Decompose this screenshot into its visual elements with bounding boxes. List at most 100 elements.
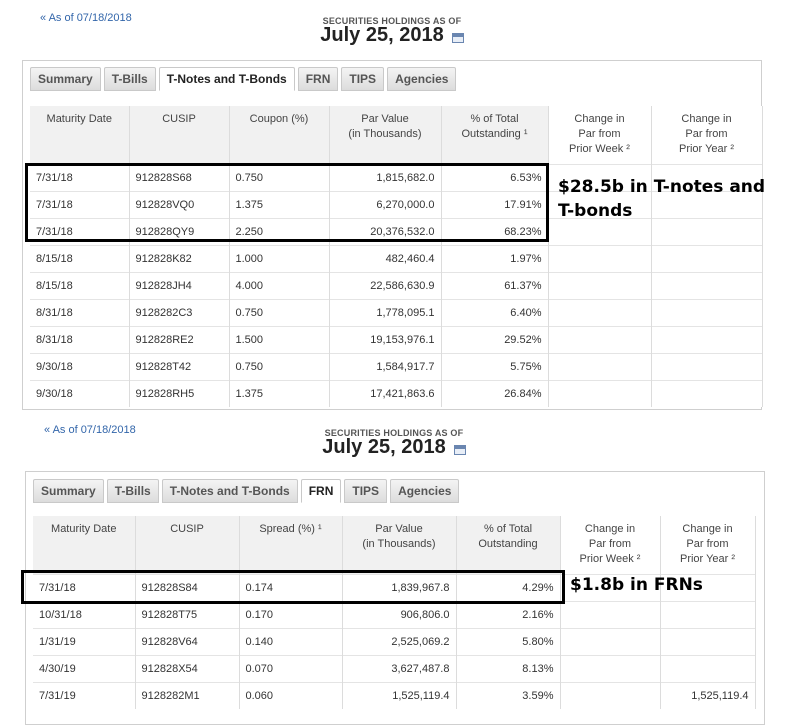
holdings-tabs: Summary T-Bills T-Notes and T-Bonds FRN TIPS… — [30, 67, 457, 91]
table-cell: 1,778,095.1 — [329, 298, 442, 326]
table-cell: 0.070 — [239, 654, 343, 682]
table-cell: 0.750 — [229, 352, 330, 380]
table-cell: 9128282M1 — [135, 681, 240, 709]
table-cell — [660, 600, 756, 628]
table-cell: 9128282C3 — [129, 298, 230, 326]
tab-summary[interactable]: Summary — [33, 479, 104, 503]
column-header: Change in Par from Prior Week ² — [548, 106, 652, 164]
table-cell — [548, 325, 652, 353]
table-cell: 0.060 — [239, 681, 343, 709]
table-cell — [548, 352, 652, 380]
column-header: % of Total Outstanding ¹ — [441, 106, 549, 164]
table-cell: 1,525,119.4 — [342, 681, 457, 709]
holdings-panel-frn: « As of 07/18/2018 SECURITIES HOLDINGS A… — [0, 415, 799, 725]
column-header: Par Value (in Thousands) — [342, 516, 457, 574]
tab-summary[interactable]: Summary — [30, 67, 101, 91]
column-header: Coupon (%) — [229, 106, 330, 164]
table-cell: 10/31/18 — [33, 600, 136, 628]
table-row: 8/31/18 912828RE2 1.500 19,153,976.1 29.52% — [30, 325, 763, 353]
table-cell: 912828RH5 — [129, 379, 230, 407]
table-row: 1/31/19 912828V64 0.140 2,525,069.2 5.80% — [33, 627, 756, 655]
table-cell: 29.52% — [441, 325, 549, 353]
tab-t-notes-and-t-bonds[interactable]: T-Notes and T-Bonds — [161, 479, 298, 503]
tab-frn[interactable]: FRN — [300, 479, 342, 503]
table-row: 4/30/19 912828X54 0.070 3,627,487.8 8.13% — [33, 654, 756, 682]
tab-tips[interactable]: TIPS — [344, 479, 388, 503]
column-header: CUSIP — [129, 106, 230, 164]
tab-agencies[interactable]: Agencies — [387, 67, 457, 91]
holdings-tabs: Summary T-Bills T-Notes and T-Bonds FRN TIPS… — [33, 479, 460, 503]
tab-agencies[interactable]: Agencies — [390, 479, 460, 503]
calendar-icon[interactable] — [454, 445, 466, 455]
prior-date-link[interactable]: « As of 07/18/2018 — [44, 424, 136, 436]
column-header: Spread (%) ¹ — [239, 516, 343, 574]
table-row: 8/15/18 912828JH4 4.000 22,586,630.9 61.37% — [30, 271, 763, 299]
column-header: CUSIP — [135, 516, 240, 574]
table-cell — [651, 352, 763, 380]
table-cell: 5.75% — [441, 352, 549, 380]
table-cell: 1.000 — [229, 244, 330, 272]
table-cell: 1/31/19 — [33, 627, 136, 655]
table-cell: 17,421,863.6 — [329, 379, 442, 407]
table-cell: 26.84% — [441, 379, 549, 407]
table-cell: 19,153,976.1 — [329, 325, 442, 353]
tab-frn[interactable]: FRN — [297, 67, 339, 91]
tab-t-bills[interactable]: T-Bills — [103, 67, 156, 91]
table-row: 10/31/18 912828T75 0.170 906,806.0 2.16% — [33, 600, 756, 628]
column-header: Change in Par from Prior Week ² — [560, 516, 661, 574]
table-cell — [660, 654, 756, 682]
tab-t-notes-and-t-bonds[interactable]: T-Notes and T-Bonds — [158, 67, 295, 91]
table-cell: 906,806.0 — [342, 600, 457, 628]
table-row: 9/30/18 912828RH5 1.375 17,421,863.6 26.84% — [30, 379, 763, 407]
table-cell — [560, 681, 661, 709]
table-cell — [548, 271, 652, 299]
table-cell: 4/30/19 — [33, 654, 136, 682]
table-row: 8/31/18 9128282C3 0.750 1,778,095.1 6.40% — [30, 298, 763, 326]
table-cell — [548, 298, 652, 326]
column-header: % of Total Outstanding — [456, 516, 561, 574]
table-cell: 912828X54 — [135, 654, 240, 682]
table-cell — [651, 298, 763, 326]
table-cell: 22,586,630.9 — [329, 271, 442, 299]
table-cell: 9/30/18 — [30, 379, 130, 407]
column-header: Par Value (in Thousands) — [329, 106, 442, 164]
table-cell: 8/31/18 — [30, 298, 130, 326]
column-header: Maturity Date — [30, 106, 130, 164]
table-cell — [548, 379, 652, 407]
table-cell: 3,627,487.8 — [342, 654, 457, 682]
table-cell — [651, 244, 763, 272]
table-cell: 0.140 — [239, 627, 343, 655]
table-cell: 1,525,119.4 — [660, 681, 756, 709]
table-cell: 912828JH4 — [129, 271, 230, 299]
table-cell: 912828K82 — [129, 244, 230, 272]
table-cell: 8/15/18 — [30, 244, 130, 272]
table-cell — [651, 325, 763, 353]
table-cell: 0.750 — [229, 298, 330, 326]
table-cell: 2.16% — [456, 600, 561, 628]
table-cell: 912828V64 — [135, 627, 240, 655]
table-cell — [651, 379, 763, 407]
table-row: 8/15/18 912828K82 1.000 482,460.4 1.97% — [30, 244, 763, 272]
prior-date-link[interactable]: « As of 07/18/2018 — [40, 12, 132, 24]
table-cell — [560, 627, 661, 655]
holdings-table: Maturity Date CUSIP Spread (%) ¹ Par Value … — [33, 516, 756, 709]
table-cell: 1.97% — [441, 244, 549, 272]
table-cell — [560, 600, 661, 628]
annotation-note: $28.5b in T-notes and T-bonds — [558, 177, 766, 221]
table-row: 7/31/19 9128282M1 0.060 1,525,119.4 3.59% 1,5… — [33, 681, 756, 709]
column-header: Maturity Date — [33, 516, 136, 574]
column-header: Change in Par from Prior Year ² — [660, 516, 756, 574]
table-cell — [560, 654, 661, 682]
table-cell — [548, 244, 652, 272]
table-cell: 2,525,069.2 — [342, 627, 457, 655]
tab-tips[interactable]: TIPS — [341, 67, 385, 91]
table-cell: 4.000 — [229, 271, 330, 299]
table-cell: 912828T75 — [135, 600, 240, 628]
tab-t-bills[interactable]: T-Bills — [106, 479, 159, 503]
calendar-icon[interactable] — [452, 33, 464, 43]
holdings-table: Maturity Date CUSIP Coupon (%) Par Value (i… — [30, 106, 763, 407]
table-cell: 5.80% — [456, 627, 561, 655]
table-cell: 0.170 — [239, 600, 343, 628]
table-cell — [660, 627, 756, 655]
annotation-note: $1.8b in FRNs — [570, 575, 703, 595]
